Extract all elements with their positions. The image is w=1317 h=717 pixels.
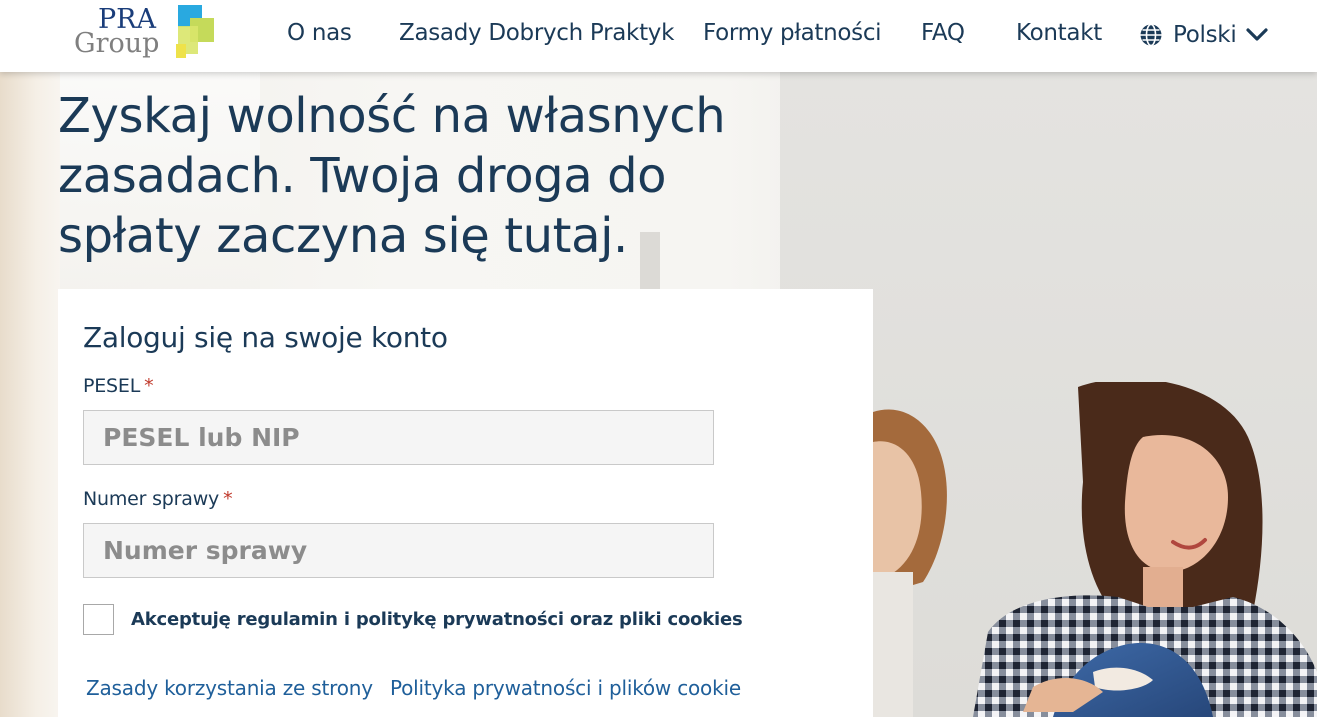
- pesel-label: PESEL *: [83, 375, 154, 397]
- nav-item-faq[interactable]: FAQ: [921, 20, 965, 46]
- login-card: Zaloguj się na swoje konto PESEL* Numer …: [58, 289, 873, 717]
- chevron-down-icon: [1246, 28, 1269, 41]
- hero-photo-mother-and-child: [873, 382, 1317, 717]
- pesel-input[interactable]: [83, 410, 714, 465]
- logo-text-group: Group: [74, 28, 160, 59]
- consent-label[interactable]: Akceptuję regulamin i politykę prywatnoś…: [131, 609, 743, 630]
- globe-icon: [1140, 23, 1162, 47]
- case-number-input[interactable]: [83, 523, 714, 578]
- privacy-policy-link[interactable]: Polityka prywatności i plików cookie: [390, 676, 741, 700]
- case-number-label: Numer sprawy *: [83, 488, 233, 510]
- hero-headline: Zyskaj wolność na własnych zasadach. Two…: [58, 86, 758, 266]
- logo-square-yellow: [176, 44, 186, 58]
- case-number-label-text: Numer sprawy: [83, 488, 220, 510]
- site-header: PRA Group O nas Zasady Dobrych Praktyk F…: [0, 0, 1317, 72]
- hero-curtain: [0, 72, 60, 717]
- nav-item-o-nas[interactable]: O nas: [287, 20, 352, 46]
- nav-item-kontakt[interactable]: Kontakt: [1016, 20, 1102, 46]
- nav-item-formy-platnosci[interactable]: Formy płatności: [703, 20, 882, 46]
- pra-group-logo[interactable]: PRA Group: [72, 4, 222, 64]
- language-label: Polski: [1173, 22, 1237, 48]
- language-selector[interactable]: Polski: [1139, 20, 1269, 50]
- hero-headline-line-2: zasadach. Twoja droga do: [58, 148, 667, 204]
- login-title: Zaloguj się na swoje konto: [83, 321, 448, 354]
- required-asterisk: *: [223, 488, 233, 510]
- required-asterisk: *: [144, 375, 154, 397]
- nav-item-zasady-dobrych-praktyk[interactable]: Zasady Dobrych Praktyk: [399, 20, 674, 46]
- consent-checkbox[interactable]: [83, 604, 114, 635]
- pesel-label-text: PESEL: [83, 375, 141, 397]
- hero-headline-line-3: spłaty zaczyna się tutaj.: [58, 208, 628, 264]
- terms-of-use-link[interactable]: Zasady korzystania ze strony: [86, 676, 373, 700]
- hero-headline-line-1: Zyskaj wolność na własnych: [58, 88, 726, 144]
